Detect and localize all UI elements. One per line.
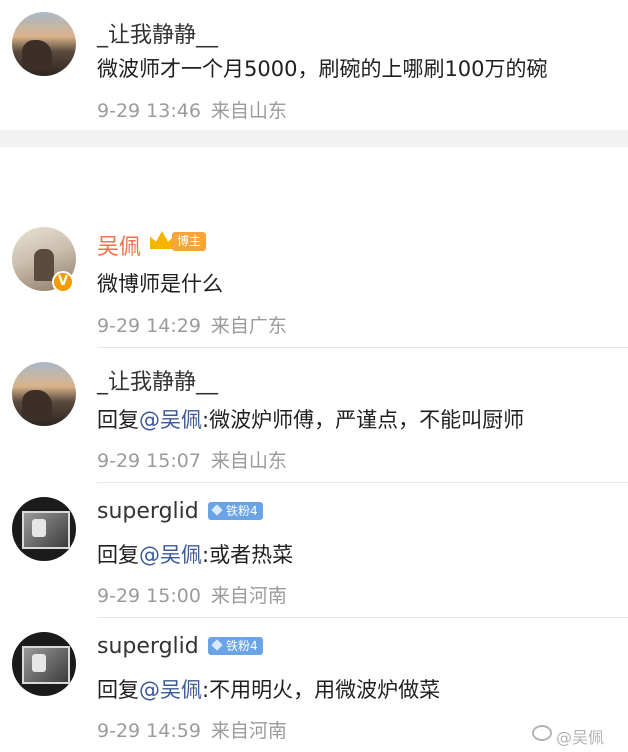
- location: 来自广东: [210, 315, 287, 337]
- verified-badge-icon: V: [52, 271, 74, 293]
- reply-prefix: 回复: [97, 678, 139, 702]
- comment-meta: 9-29 13:46 来自山东: [97, 96, 297, 123]
- timestamp: 9-29 13:46: [97, 100, 201, 122]
- timestamp: 9-29 14:59: [97, 720, 201, 742]
- crown-icon: [150, 231, 174, 249]
- avatar[interactable]: [12, 632, 76, 696]
- divider: [97, 617, 628, 618]
- blogger-badge: 博主: [172, 232, 207, 251]
- reply-prefix: 回复: [97, 543, 139, 567]
- username[interactable]: _让我静静__: [97, 17, 218, 49]
- comment-text: 回复@吴佩:微波炉师傅，严谨点，不能叫厨师: [97, 404, 524, 434]
- avatar[interactable]: [12, 12, 76, 76]
- location: 来自河南: [210, 720, 287, 742]
- location: 来自山东: [210, 450, 287, 472]
- divider: [97, 482, 628, 483]
- section-divider: [0, 130, 628, 147]
- fan-badge-label: 铁粉4: [226, 504, 258, 518]
- reply-body: :微波炉师傅，严谨点，不能叫厨师: [202, 408, 525, 432]
- mention-link[interactable]: @吴佩: [139, 678, 202, 702]
- divider: [97, 347, 628, 348]
- comment-text: 微波师才一个月5000，刷碗的上哪刷100万的碗: [97, 57, 548, 81]
- watermark: @吴佩: [556, 728, 605, 747]
- avatar[interactable]: [12, 497, 76, 561]
- comment-meta: 9-29 15:00 来自河南: [97, 581, 297, 608]
- avatar[interactable]: [12, 362, 76, 426]
- comment-text: 微博师是什么: [97, 272, 223, 296]
- username[interactable]: 吴佩: [97, 229, 141, 261]
- comment-meta: 9-29 14:59 来自河南: [97, 716, 297, 743]
- weibo-logo-icon: [532, 725, 552, 741]
- fan-badge-label: 铁粉4: [226, 639, 258, 653]
- reply-body: :或者热菜: [202, 543, 294, 567]
- location: 来自河南: [210, 585, 287, 607]
- comment-meta: 9-29 14:29 来自广东: [97, 311, 297, 338]
- username[interactable]: superglid: [97, 634, 199, 659]
- comment-text: 回复@吴佩:不用明火，用微波炉做菜: [97, 674, 440, 704]
- location: 来自山东: [210, 100, 287, 122]
- comment-text: 回复@吴佩:或者热菜: [97, 539, 293, 569]
- diamond-icon: [211, 639, 223, 651]
- timestamp: 9-29 14:29: [97, 315, 201, 337]
- timestamp: 9-29 15:00: [97, 585, 201, 607]
- timestamp: 9-29 15:07: [97, 450, 201, 472]
- username[interactable]: _让我静静__: [97, 364, 218, 396]
- mention-link[interactable]: @吴佩: [139, 543, 202, 567]
- mention-link[interactable]: @吴佩: [139, 408, 202, 432]
- fan-badge: 铁粉4: [208, 637, 263, 655]
- comment-meta: 9-29 15:07 来自山东: [97, 446, 297, 473]
- diamond-icon: [211, 504, 223, 516]
- reply-body: :不用明火，用微波炉做菜: [202, 678, 441, 702]
- reply-prefix: 回复: [97, 408, 139, 432]
- username[interactable]: superglid: [97, 499, 199, 524]
- fan-badge: 铁粉4: [208, 502, 263, 520]
